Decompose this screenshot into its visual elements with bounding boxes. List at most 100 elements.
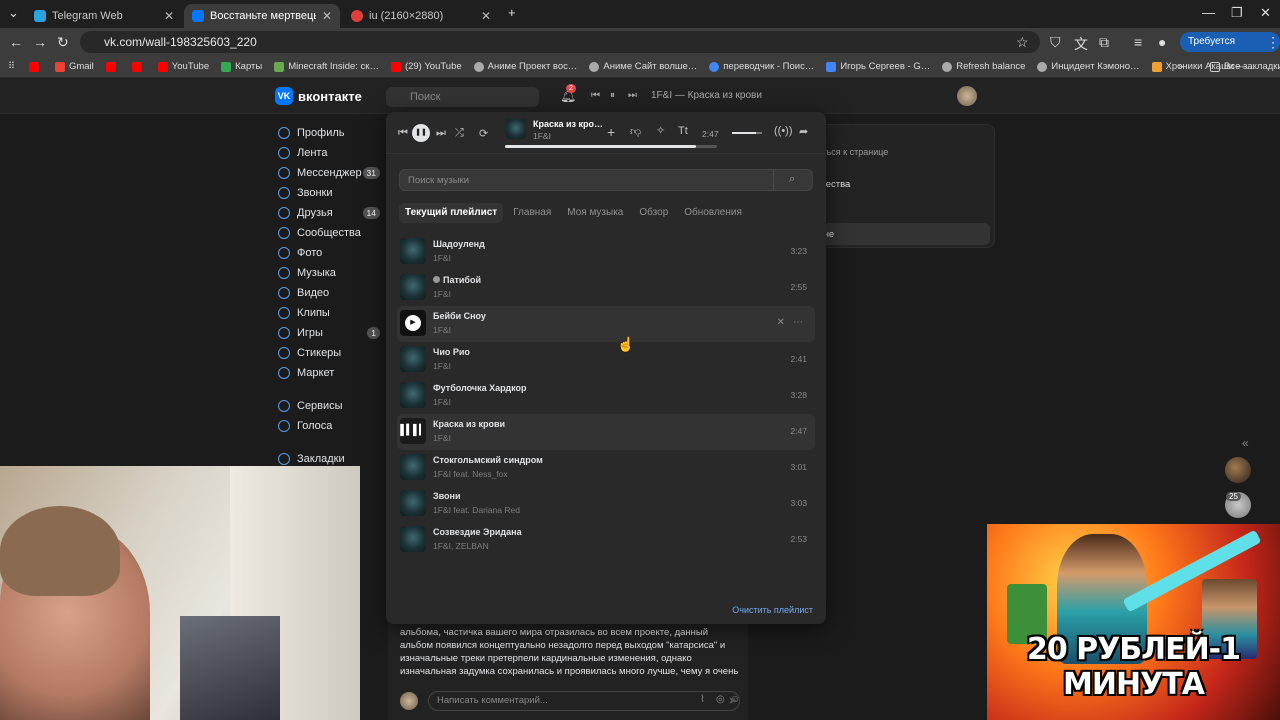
track-row-playing[interactable]: ▌▍▌▎ Краска из крови 1F&I 2:47: [397, 414, 815, 450]
header-track-title[interactable]: 1F&I — Краска из крови: [651, 90, 762, 101]
repeat-icon[interactable]: ⟳: [479, 127, 488, 140]
chat-avatar[interactable]: [1225, 457, 1251, 483]
shuffle-icon[interactable]: ⤮: [455, 127, 464, 140]
bookmark[interactable]: переводчик - Поис…: [709, 61, 814, 72]
music-search-input[interactable]: Поиск музыки ⌕: [399, 169, 813, 191]
attach-icon[interactable]: ⌇: [700, 694, 705, 705]
tab-current-playlist[interactable]: Текущий плейлист: [399, 203, 504, 223]
card-button[interactable]: не: [810, 223, 990, 245]
track-artist[interactable]: 1F&I: [433, 397, 451, 407]
volume-slider[interactable]: [732, 132, 762, 134]
sidebar-item-votes[interactable]: Голоса: [278, 416, 380, 436]
lyrics-icon[interactable]: Tt: [678, 125, 688, 137]
collapse-chats-icon[interactable]: «: [1242, 436, 1249, 450]
add-icon[interactable]: +: [607, 124, 615, 140]
all-bookmarks-folder[interactable]: Все закладки: [1210, 61, 1280, 72]
dislike-icon[interactable]: 👎︎: [630, 125, 641, 138]
track-artist[interactable]: 1F&I: [433, 325, 451, 335]
bookmark[interactable]: Игорь Сергеев - G…: [826, 61, 930, 72]
tab-telegram[interactable]: Telegram Web ✕: [26, 4, 182, 28]
remove-icon[interactable]: ✕: [777, 317, 785, 328]
sparkle-icon[interactable]: ✧: [656, 124, 665, 137]
user-avatar[interactable]: [957, 86, 977, 106]
sidebar-item-calls[interactable]: Звонки: [278, 183, 380, 203]
track-artist[interactable]: 1F&I feat. Ness_fox: [433, 469, 508, 479]
more-bookmarks-icon[interactable]: »: [1178, 61, 1183, 72]
tab-search-icon[interactable]: ⌄: [8, 5, 19, 21]
pause-button[interactable]: ❚❚: [412, 124, 430, 142]
track-row[interactable]: Созвездие Эридана 1F&I, ZELBAN 2:53: [397, 522, 815, 558]
track-artist[interactable]: 1F&I: [433, 361, 451, 371]
header-next-icon[interactable]: ⏭: [628, 90, 637, 101]
share-icon[interactable]: ➦: [799, 125, 808, 138]
vk-search-input[interactable]: Поиск: [386, 87, 539, 107]
card-line[interactable]: уться к странице: [818, 147, 888, 157]
action-required-button[interactable]: Требуется действие: [1180, 32, 1280, 67]
track-play-button[interactable]: ▶: [400, 310, 426, 336]
sidebar-item-communities[interactable]: Сообщества: [278, 223, 380, 243]
media-icon[interactable]: ≡: [1134, 34, 1142, 50]
tab-vk[interactable]: Восстаньте мертвецы! Вы… ✕: [184, 4, 340, 28]
track-row[interactable]: Стокгольмский синдром 1F&I feat. Ness_fo…: [397, 450, 815, 486]
forward-icon[interactable]: →: [33, 34, 47, 50]
now-playing-title[interactable]: Краска из кро…: [533, 119, 603, 129]
translate-icon[interactable]: 文: [1074, 34, 1088, 54]
address-bar[interactable]: vk.com/wall-198325603_220: [80, 31, 1040, 53]
equalizer-icon[interactable]: ▌▍▌▎: [400, 418, 427, 444]
bookmark[interactable]: [28, 61, 43, 72]
new-tab-button[interactable]: +: [508, 5, 516, 20]
track-artist[interactable]: 1F&I feat. Dariana Red: [433, 505, 520, 515]
vk-logo[interactable]: VK вконтакте: [275, 87, 362, 105]
bookmark[interactable]: Аниме Сайт волше…: [589, 61, 697, 72]
camera-icon[interactable]: ◎: [716, 694, 725, 705]
menu-icon[interactable]: ⋮: [1266, 34, 1280, 51]
send-icon[interactable]: ➤: [728, 694, 737, 707]
sidebar-item-market[interactable]: Маркет: [278, 363, 380, 383]
header-prev-icon[interactable]: ⏮: [591, 90, 600, 101]
progress-bar[interactable]: [505, 145, 717, 148]
tab-updates[interactable]: Обновления: [678, 203, 748, 223]
track-artist[interactable]: 1F&I, ZELBAN: [433, 541, 489, 551]
back-icon[interactable]: ←: [9, 34, 23, 50]
window-close-icon[interactable]: ✕: [1260, 5, 1271, 21]
comment-input[interactable]: Написать комментарий...: [428, 691, 740, 711]
bookmark[interactable]: Refresh balance: [942, 61, 1025, 72]
track-artist[interactable]: 1F&I: [433, 289, 451, 299]
track-row[interactable]: Патибой 1F&I 2:55: [397, 270, 815, 306]
sidebar-item-music[interactable]: Музыка: [278, 263, 380, 283]
sidebar-item-games[interactable]: Игры 1: [278, 323, 380, 343]
header-pause-icon[interactable]: ⏸: [610, 90, 615, 101]
bookmark[interactable]: Карты: [221, 61, 262, 72]
sidebar-item-messenger[interactable]: Мессенджер 31: [278, 163, 380, 183]
close-icon[interactable]: ✕: [164, 9, 174, 23]
bookmark[interactable]: Инцидент Кэмоно…: [1037, 61, 1140, 72]
reload-icon[interactable]: ↻: [57, 34, 69, 51]
tab-overview[interactable]: Обзор: [633, 203, 674, 223]
previous-track-icon[interactable]: ⏮: [398, 127, 408, 140]
track-artist[interactable]: 1F&I: [433, 433, 451, 443]
sidebar-item-clips[interactable]: Клипы: [278, 303, 380, 323]
close-icon[interactable]: ✕: [481, 9, 491, 23]
track-row[interactable]: Чио Рио 1F&I 2:41: [397, 342, 815, 378]
sidebar-item-feed[interactable]: Лента: [278, 143, 380, 163]
track-row[interactable]: Футболочка Хардкор 1F&I 3:28: [397, 378, 815, 414]
minimize-icon[interactable]: —: [1202, 5, 1215, 20]
tab-image[interactable]: iu (2160×2880) ✕: [343, 4, 499, 28]
sidebar-item-friends[interactable]: Друзья 14: [278, 203, 380, 223]
track-row[interactable]: Звони 1F&I feat. Dariana Red 3:03: [397, 486, 815, 522]
profile-avatar-icon[interactable]: ●: [1158, 34, 1166, 50]
bookmark[interactable]: (29) YouTube: [390, 61, 462, 72]
clear-playlist-link[interactable]: Очистить плейлист: [732, 605, 813, 615]
apps-icon[interactable]: ⠿: [8, 61, 15, 72]
sidebar-item-video[interactable]: Видео: [278, 283, 380, 303]
broadcast-icon[interactable]: ((•)): [774, 125, 793, 137]
bookmark[interactable]: [131, 61, 146, 72]
tab-main[interactable]: Главная: [507, 203, 557, 223]
track-artist[interactable]: 1F&I: [433, 253, 451, 263]
star-icon[interactable]: ☆: [1016, 34, 1029, 51]
bookmark[interactable]: [105, 61, 120, 72]
search-icon[interactable]: ⌕: [789, 173, 795, 186]
sidebar-item-profile[interactable]: Профиль: [278, 123, 380, 143]
bookmark[interactable]: Gmail: [54, 61, 94, 72]
close-icon[interactable]: ✕: [322, 9, 332, 23]
